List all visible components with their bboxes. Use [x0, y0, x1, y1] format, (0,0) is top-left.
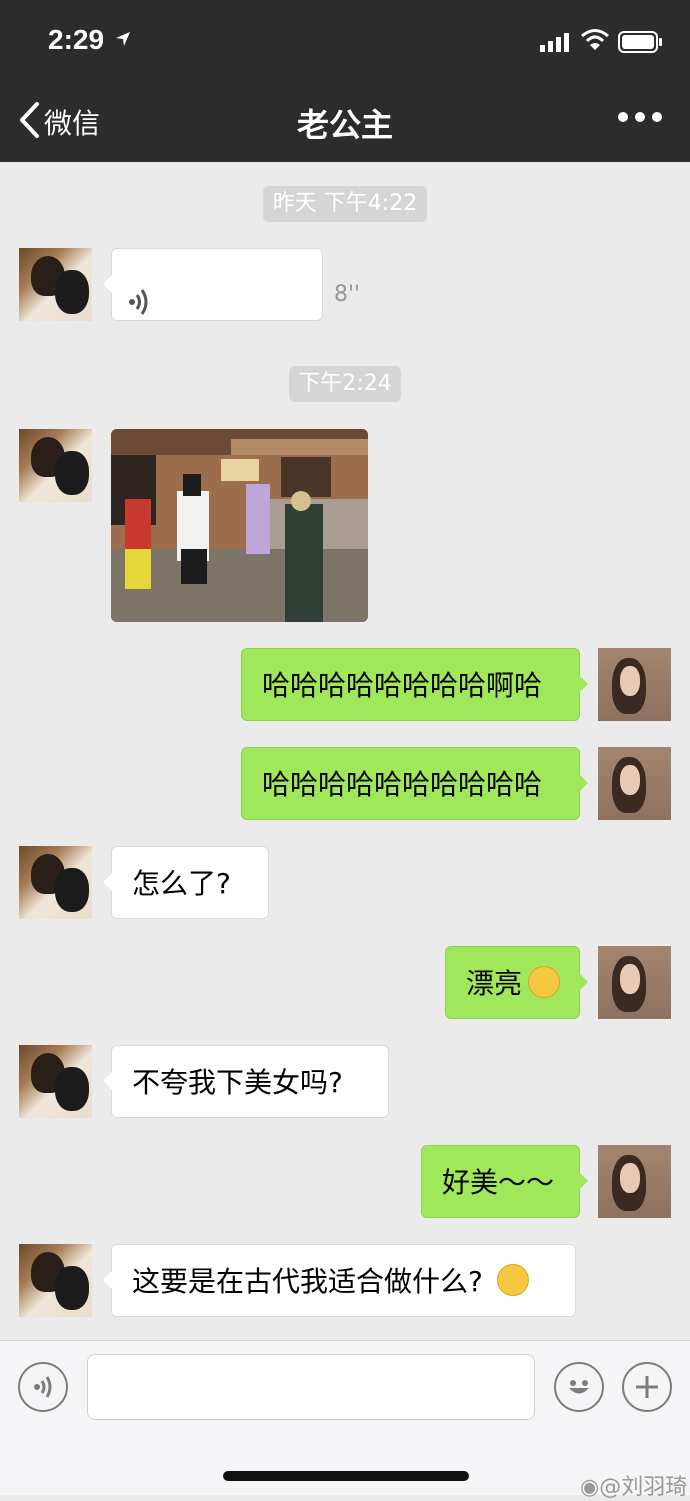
grin-emoji-icon: [496, 1264, 529, 1296]
chat-header: 微信 老公主: [0, 82, 690, 162]
message-text: 漂亮: [466, 967, 523, 1000]
home-indicator: [223, 1471, 469, 1481]
my-avatar[interactable]: [598, 648, 671, 721]
emoji-button[interactable]: [554, 1362, 604, 1412]
message-bubble[interactable]: 漂亮: [445, 946, 588, 1019]
voice-duration: 8'': [334, 282, 361, 307]
contact-avatar[interactable]: [19, 1045, 92, 1118]
weibo-icon: ◉: [580, 1475, 600, 1500]
wifi-icon: [580, 28, 610, 56]
voice-wave-icon: [128, 271, 152, 344]
watermark-text: @刘羽琦: [599, 1475, 688, 1500]
message-bubble[interactable]: 这要是在古代我适合做什么?: [103, 1244, 576, 1317]
timestamp: 昨天 下午4:22: [263, 186, 427, 222]
plus-button[interactable]: [622, 1362, 672, 1412]
contact-avatar[interactable]: [19, 248, 92, 321]
message-bubble[interactable]: 不夸我下美女吗?: [103, 1045, 389, 1118]
location-arrow-icon: [114, 30, 132, 52]
voice-message-bubble[interactable]: [103, 248, 323, 321]
smile-emoji-icon: [528, 966, 561, 998]
status-bar: 2:29: [0, 0, 690, 82]
message-bubble[interactable]: 哈哈哈哈哈哈哈哈哈哈: [241, 747, 588, 820]
input-bar: ◉@刘羽琦: [0, 1340, 690, 1500]
signal-icon: [540, 32, 572, 56]
chat-title: 老公主: [296, 106, 393, 144]
photo-message[interactable]: [111, 429, 368, 622]
message-bubble[interactable]: 怎么了?: [103, 846, 269, 919]
message-text: 这要是在古代我适合做什么?: [132, 1265, 483, 1298]
message-bubble[interactable]: 哈哈哈哈哈哈哈哈啊哈: [241, 648, 588, 721]
battery-icon: [618, 30, 664, 58]
more-icon[interactable]: [618, 112, 662, 122]
contact-avatar[interactable]: [19, 1244, 92, 1317]
my-avatar[interactable]: [598, 747, 671, 820]
my-avatar[interactable]: [598, 1145, 671, 1218]
watermark: ◉@刘羽琦: [580, 1469, 687, 1501]
timestamp: 下午2:24: [289, 366, 401, 402]
contact-avatar[interactable]: [19, 429, 92, 502]
contact-avatar[interactable]: [19, 846, 92, 919]
message-input[interactable]: [87, 1354, 535, 1420]
voice-input-button[interactable]: [18, 1362, 68, 1412]
message-bubble[interactable]: 好美～～: [421, 1145, 588, 1218]
status-time: 2:29: [48, 24, 105, 55]
plus-icon: [634, 1374, 660, 1404]
my-avatar[interactable]: [598, 946, 671, 1019]
emoji-icon: [565, 1373, 593, 1405]
voice-input-icon: [33, 1374, 55, 1404]
